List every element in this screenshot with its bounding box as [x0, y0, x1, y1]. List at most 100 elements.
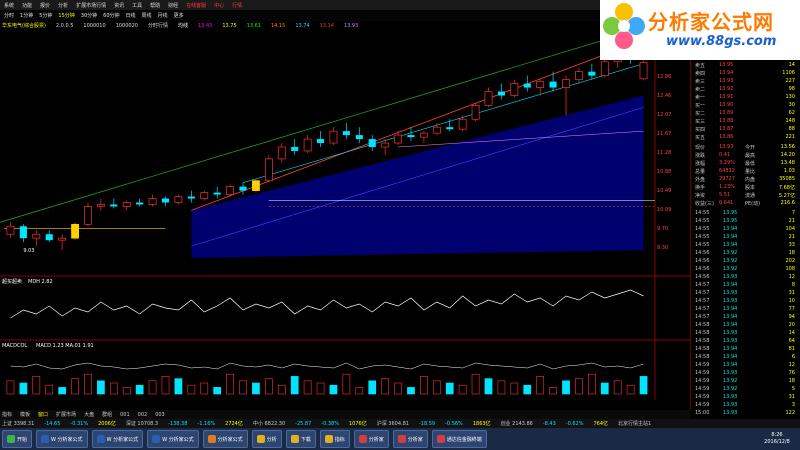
period-tab[interactable]: 更多 — [174, 12, 184, 19]
candle-body — [264, 158, 273, 182]
taskbar-button[interactable]: 分析家公式 — [202, 430, 248, 448]
taskbar-button[interactable]: 指标 — [319, 430, 350, 448]
taskbar-button[interactable]: 分析家 — [353, 430, 389, 448]
quote-side-panel: 卖五 13.95 14 卖四 13.94 1106 卖三 13.93 227 卖二 13.92 98 卖… — [690, 10, 800, 416]
tick-price: 13.93 — [723, 402, 738, 408]
menu-item[interactable]: 分析 — [58, 2, 68, 9]
macd-bar — [109, 382, 118, 395]
period-tab[interactable]: 30分钟 — [81, 12, 97, 19]
period-tab[interactable]: 60分钟 — [103, 12, 119, 19]
candle-body — [536, 81, 545, 88]
menu-item[interactable]: 中心 — [214, 2, 224, 9]
period-tab[interactable]: 周线 — [142, 12, 152, 19]
period-tab[interactable]: 月线 — [158, 12, 168, 19]
menu-item[interactable]: 功能 — [22, 2, 32, 9]
tick-row: 14:59 13.92 5 — [695, 386, 799, 394]
kline-chart[interactable]: 14.559.0314.1513.2512.8612.4612.0711.671… — [0, 30, 690, 400]
period-tab[interactable]: 15分钟 — [58, 12, 74, 19]
orderbook-label: 卖四 — [695, 71, 706, 77]
taskbar-clock[interactable]: 8:26 2016/12/8 — [754, 432, 800, 446]
tick-time: 14:56 — [695, 250, 710, 256]
orderbook-label: 卖一 — [695, 95, 706, 101]
tick-row: 14:55 13.94 104 — [695, 226, 799, 234]
macd-bar — [381, 378, 389, 395]
tick-row: 14:57 13.93 31 — [695, 290, 799, 298]
clock-date: 2016/12/8 — [764, 439, 790, 445]
taskbar-button[interactable]: 下载 — [285, 430, 316, 448]
tick-price: 13.92 — [723, 378, 738, 384]
orderbook-price: 13.89 — [719, 110, 734, 116]
macd-bar — [510, 382, 519, 395]
candle — [588, 63, 596, 80]
tick-volume: 12 — [788, 274, 795, 280]
bottom-tab[interactable]: 大盘 — [84, 411, 94, 418]
bottom-tab[interactable]: 模板 — [20, 411, 30, 418]
candle — [264, 154, 273, 183]
indicator-value: 13.75 — [222, 22, 237, 29]
orderbook-volume: 227 — [785, 78, 795, 84]
menu-item[interactable]: 系统 — [4, 2, 14, 9]
status-item: 1863亿 — [472, 421, 491, 427]
bottom-tab[interactable]: 002 — [138, 412, 148, 418]
bottom-tab[interactable]: 群组 — [102, 411, 112, 418]
stat-value: 5.51 — [719, 192, 731, 198]
menu-item[interactable]: 帮助 — [150, 2, 160, 9]
tick-price: 13.94 — [723, 242, 738, 248]
flower-logo-icon — [603, 3, 645, 49]
taskbar-label: 开始 — [17, 436, 28, 443]
orderbook-price: 13.92 — [719, 86, 734, 92]
taskbar-button[interactable]: W 分析家公式 — [147, 430, 199, 448]
candle — [446, 119, 454, 132]
bottom-tab[interactable]: 扩展市场 — [56, 411, 76, 418]
orderbook-volume: 130 — [785, 94, 795, 100]
bottom-tab[interactable]: 003 — [155, 412, 165, 418]
macd-bar — [394, 382, 402, 395]
menu-item[interactable]: 扩展市场行情 — [76, 2, 106, 9]
menu-item[interactable]: 财经 — [168, 2, 178, 9]
taskbar-button[interactable]: 分析 — [251, 430, 282, 448]
taskbar-button[interactable]: 开始 — [2, 430, 33, 448]
period-tab[interactable]: 日线 — [126, 12, 136, 19]
stat-value: 13.48 — [780, 160, 795, 166]
taskbar-button[interactable]: 通达信金融终端 — [431, 430, 487, 448]
candle-body — [588, 71, 596, 76]
right-axis-tick: 11.67 — [657, 131, 671, 137]
candle — [407, 127, 415, 142]
menu-item[interactable]: 工具 — [132, 2, 142, 9]
stat-value: 14.20 — [780, 152, 795, 158]
stat-value: 1.23% — [719, 184, 735, 190]
stat-label: 流通 — [745, 193, 756, 199]
period-tab[interactable]: 1分钟 — [20, 12, 33, 19]
taskbar-button[interactable]: 分析家 — [392, 430, 428, 448]
macd-bar — [342, 373, 351, 395]
menu-item[interactable]: 资讯 — [114, 2, 124, 9]
indicator-value: 13.61 — [246, 22, 261, 29]
tick-time: 14:57 — [695, 290, 710, 296]
menu-item[interactable]: 行情 — [232, 2, 242, 9]
candle-body — [277, 146, 286, 160]
stat-label: 净资 — [695, 193, 706, 199]
stat-value: 3.29% — [719, 160, 735, 166]
bottom-tab[interactable]: 指标 — [2, 411, 12, 418]
taskbar-label: W 分析家公式 — [51, 436, 83, 443]
taskbar-button[interactable]: W 分析家公式 — [36, 430, 88, 448]
stat-value: 0.641 — [719, 200, 734, 206]
taskbar-button[interactable]: W 分析家公式 — [91, 430, 144, 448]
tick-price: 13.93 — [723, 410, 738, 416]
menu-item[interactable]: 报价 — [40, 2, 50, 9]
candle — [291, 139, 299, 155]
header-info-item: 1000010 — [83, 22, 106, 29]
orderbook-label: 买二 — [695, 111, 706, 117]
period-tab[interactable]: 5分钟 — [39, 12, 52, 19]
period-tab[interactable]: 分时 — [4, 12, 14, 19]
price-low-label: 9.03 — [23, 248, 34, 254]
app-icon — [7, 435, 15, 443]
bottom-tab[interactable]: 窗口 — [38, 411, 48, 418]
tick-time: 14:56 — [695, 258, 710, 264]
bottom-tab[interactable]: 001 — [120, 412, 130, 418]
candle-body — [639, 62, 648, 80]
candle — [19, 224, 27, 243]
tick-volume: 31 — [788, 394, 795, 400]
candle-body — [497, 91, 505, 96]
menu-item[interactable]: 在线客服 — [186, 2, 206, 9]
